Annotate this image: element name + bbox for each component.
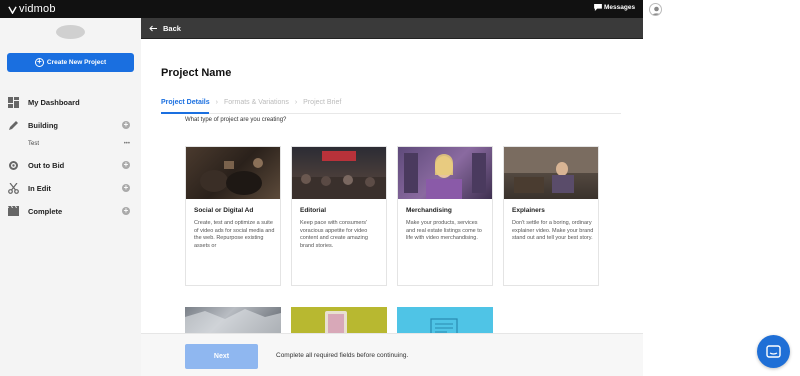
pencil-icon: [8, 120, 19, 131]
play-logo-icon: [8, 5, 17, 14]
tab-formats-variations[interactable]: Formats & Variations: [224, 99, 289, 106]
chat-bubble-icon: [594, 4, 602, 11]
card-description: Make your products, services and real es…: [406, 220, 482, 241]
gear-icon: [8, 160, 19, 171]
messages-link[interactable]: Messages: [594, 4, 635, 11]
card-thumbnail: [185, 309, 281, 333]
create-new-project-button[interactable]: + Create New Project: [7, 53, 134, 72]
sidebar-item-label: Building: [28, 120, 58, 130]
chevron-right-icon: ›: [215, 99, 218, 106]
sidebar-item-building[interactable]: Building +: [8, 118, 134, 132]
tab-project-details[interactable]: Project Details: [161, 99, 210, 106]
card-thumbnail: [325, 311, 347, 333]
project-type-question: What type of project are you creating?: [185, 117, 287, 123]
add-building-icon[interactable]: +: [122, 121, 130, 129]
project-type-card-editorial[interactable]: Editorial Keep pace with consumers' vora…: [291, 146, 387, 286]
card-title: Explainers: [512, 207, 545, 214]
messages-label: Messages: [604, 4, 636, 11]
plus-circle-icon: +: [34, 58, 44, 67]
project-type-card-partial-1[interactable]: [185, 307, 281, 333]
card-thumbnail: [292, 147, 386, 199]
create-button-label: Create New Project: [46, 59, 107, 66]
add-in-edit-icon[interactable]: +: [122, 184, 130, 192]
sidebar-subitem-test[interactable]: Test •••: [28, 141, 134, 147]
sidebar-item-label: My Dashboard: [28, 97, 80, 107]
chat-widget-button[interactable]: [757, 335, 790, 368]
footer-message: Complete all required fields before cont…: [276, 352, 409, 359]
footer-bar: Next Complete all required fields before…: [141, 333, 643, 376]
sidebar-item-complete[interactable]: Complete +: [8, 204, 134, 218]
more-options-icon[interactable]: •••: [124, 141, 134, 147]
add-complete-icon[interactable]: +: [122, 207, 130, 215]
active-step-indicator: [161, 112, 209, 114]
project-type-card-partial-3[interactable]: [397, 307, 493, 333]
chevron-right-icon: ›: [294, 99, 298, 106]
card-title: Social or Digital Ad: [194, 207, 254, 214]
project-type-card-social[interactable]: Social or Digital Ad Create, test and op…: [185, 146, 281, 286]
tab-project-brief[interactable]: Project Brief: [303, 99, 341, 106]
sidebar-item-out-to-bid[interactable]: Out to Bid +: [8, 158, 134, 172]
sidebar-item-label: Complete: [28, 206, 63, 216]
sidebar-item-dashboard[interactable]: My Dashboard: [8, 95, 134, 109]
project-type-card-merchandising[interactable]: Merchandising Make your products, servic…: [397, 146, 493, 286]
card-description: Create, test and optimize a suite of vid…: [194, 220, 275, 249]
logo-text: vidmob: [19, 3, 56, 15]
step-tabs: Project Details › Formats & Variations ›…: [161, 99, 341, 106]
vidmob-logo[interactable]: vidmob: [8, 3, 56, 15]
card-description: Keep pace with consumers' voracious appe…: [300, 220, 368, 249]
card-thumbnail: [430, 318, 458, 333]
top-bar: vidmob Messages: [0, 0, 662, 18]
card-title: Editorial: [300, 207, 327, 214]
scissors-icon: [8, 182, 19, 194]
right-panel: [643, 18, 800, 376]
org-avatar: [56, 25, 85, 39]
main-content: Project Name Project Details › Formats &…: [141, 39, 643, 333]
arrow-left-icon: [149, 25, 157, 31]
add-out-to-bid-icon[interactable]: +: [122, 161, 130, 169]
card-thumbnail: [504, 147, 598, 199]
user-avatar-icon[interactable]: [649, 3, 662, 16]
back-label: Back: [163, 23, 181, 33]
card-thumbnail: [186, 147, 280, 199]
sidebar-item-in-edit[interactable]: In Edit +: [8, 181, 134, 195]
card-description: Don't settle for a boring, ordinary expl…: [512, 220, 594, 241]
back-bar[interactable]: Back: [141, 18, 643, 38]
film-icon: [8, 205, 19, 217]
subitem-label: Test: [28, 141, 40, 147]
project-type-card-explainers[interactable]: Explainers Don't settle for a boring, or…: [503, 146, 599, 286]
sidebar-item-label: In Edit: [28, 183, 51, 193]
dashboard-icon: [8, 96, 19, 108]
sidebar-item-label: Out to Bid: [28, 160, 65, 170]
project-type-card-partial-2[interactable]: [291, 307, 387, 333]
card-title: Merchandising: [406, 207, 452, 214]
card-thumbnail: [398, 147, 492, 199]
divider: [161, 113, 621, 114]
sidebar: + Create New Project My Dashboard Buildi…: [0, 18, 141, 376]
page-title: Project Name: [161, 67, 232, 79]
chat-icon: [766, 344, 781, 358]
next-button[interactable]: Next: [185, 344, 258, 369]
